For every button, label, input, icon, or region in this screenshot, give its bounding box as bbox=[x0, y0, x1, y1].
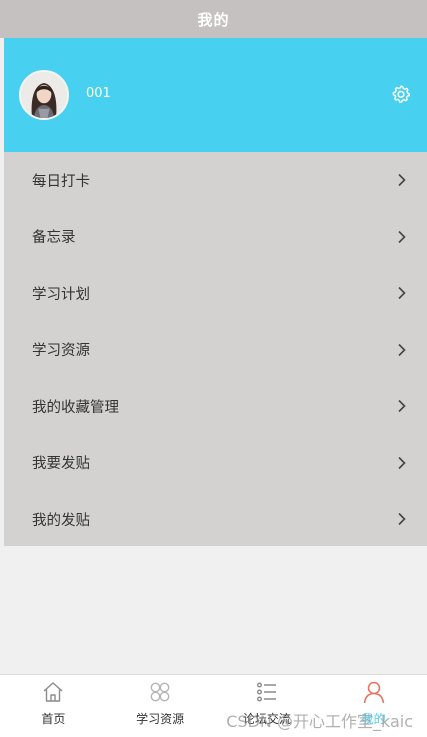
profile-card[interactable]: 001 bbox=[4, 38, 427, 152]
menu-item-label: 每日打卡 bbox=[32, 173, 90, 190]
list-icon bbox=[254, 679, 280, 705]
page-title: 我的 bbox=[197, 10, 230, 29]
username: 001 bbox=[86, 86, 111, 101]
menu-item-new-post[interactable]: 我要发贴 bbox=[4, 435, 427, 492]
menu-item-label: 学习计划 bbox=[32, 286, 90, 303]
chevron-right-icon bbox=[397, 173, 407, 187]
menu-item-label: 我要发贴 bbox=[32, 456, 90, 473]
home-icon bbox=[40, 679, 66, 705]
settings-button[interactable] bbox=[391, 84, 411, 104]
tab-mine[interactable]: 我的 bbox=[320, 675, 427, 737]
chevron-right-icon bbox=[397, 456, 407, 470]
menu-item-label: 我的发贴 bbox=[32, 512, 90, 529]
tab-study-resources[interactable]: 学习资源 bbox=[107, 675, 214, 737]
tab-home[interactable]: 首页 bbox=[0, 675, 107, 737]
menu-item-label: 我的收藏管理 bbox=[32, 399, 119, 416]
chevron-right-icon bbox=[397, 230, 407, 244]
tab-label: 学习资源 bbox=[136, 712, 185, 726]
menu-item-label: 学习资源 bbox=[32, 343, 90, 360]
menu-item-my-posts[interactable]: 我的发贴 bbox=[4, 491, 427, 548]
menu-item-favorites[interactable]: 我的收藏管理 bbox=[4, 378, 427, 435]
app-screen: 我的 001 每日打卡 备忘录 学习计划 学习资源 我的收藏管理 我要发贴 我的… bbox=[0, 0, 427, 737]
tab-label: 我的 bbox=[361, 712, 386, 726]
top-navigation-bar: 我的 bbox=[0, 0, 427, 38]
gear-icon bbox=[392, 85, 411, 103]
menu-item-memo[interactable]: 备忘录 bbox=[4, 209, 427, 266]
grid-icon bbox=[147, 679, 173, 705]
menu-item-study-plan[interactable]: 学习计划 bbox=[4, 265, 427, 322]
user-avatar-photo-icon bbox=[21, 72, 67, 118]
avatar[interactable] bbox=[19, 70, 69, 120]
chevron-right-icon bbox=[397, 286, 407, 300]
menu-list: 每日打卡 备忘录 学习计划 学习资源 我的收藏管理 我要发贴 我的发贴 bbox=[4, 152, 427, 546]
menu-item-daily-checkin[interactable]: 每日打卡 bbox=[4, 152, 427, 209]
tab-forum[interactable]: 论坛交流 bbox=[214, 675, 321, 737]
menu-item-label: 备忘录 bbox=[32, 230, 76, 247]
tab-label: 论坛交流 bbox=[242, 712, 291, 726]
chevron-right-icon bbox=[397, 512, 407, 526]
bottom-tab-bar: 首页 学习资源 论坛交流 我的 bbox=[0, 674, 427, 737]
person-icon bbox=[361, 679, 387, 705]
chevron-right-icon bbox=[397, 399, 407, 413]
menu-item-study-resources[interactable]: 学习资源 bbox=[4, 322, 427, 379]
tab-label: 首页 bbox=[41, 712, 66, 726]
chevron-right-icon bbox=[397, 343, 407, 357]
